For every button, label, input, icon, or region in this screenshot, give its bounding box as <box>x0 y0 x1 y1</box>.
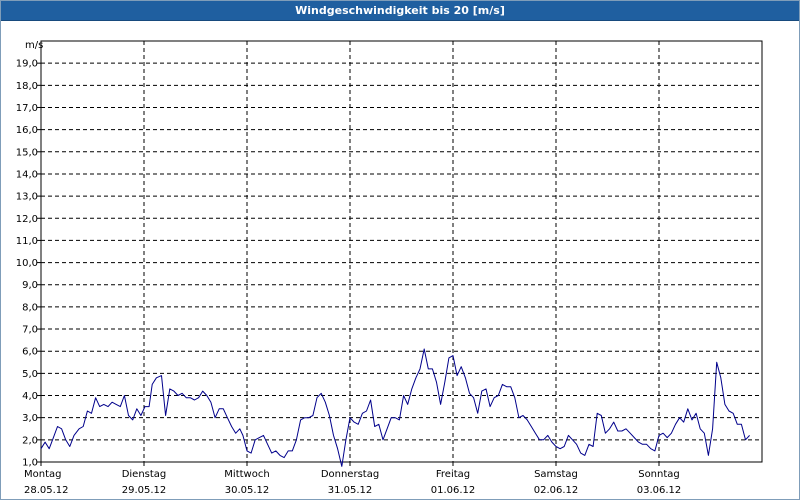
x-day-label: Donnerstag <box>321 469 379 480</box>
y-tick-label: 11,0 <box>16 236 38 247</box>
x-date-label: 29.05.12 <box>122 485 167 496</box>
chart-window: Windgeschwindigkeit bis 20 [m/s] 1,0 2,0 3… <box>0 0 800 500</box>
x-day-label: Samstag <box>534 469 578 480</box>
y-tick-label: 15,0 <box>16 147 38 158</box>
x-day-label: Montag <box>24 469 61 480</box>
y-tick-label: 2,0 <box>22 435 38 446</box>
x-date-label: 31.05.12 <box>328 485 373 496</box>
x-day-label: Mittwoch <box>224 469 269 480</box>
y-tick-label: 12,0 <box>16 214 38 225</box>
y-tick-label: 13,0 <box>16 192 38 203</box>
chart-title: Windgeschwindigkeit bis 20 [m/s] <box>1 1 799 21</box>
x-day-label: Dienstag <box>122 469 167 480</box>
x-date-label: 02.06.12 <box>534 485 579 496</box>
y-tick-label: 8,0 <box>22 302 38 313</box>
x-date-label: 03.06.12 <box>637 485 682 496</box>
y-tick-label: 10,0 <box>16 258 38 269</box>
y-tick-label: 6,0 <box>22 347 38 358</box>
y-axis-unit-label: m/s <box>25 40 43 51</box>
y-tick-label: 16,0 <box>16 125 38 136</box>
y-tick-label: 3,0 <box>22 413 38 424</box>
y-tick-label: 19,0 <box>16 59 38 70</box>
x-day-label: Freitag <box>436 469 470 480</box>
y-tick-label: 4,0 <box>22 391 38 402</box>
y-tick-label: 1,0 <box>22 458 38 469</box>
x-day-label: Sonntag <box>638 469 680 480</box>
x-date-label: 30.05.12 <box>225 485 270 496</box>
x-date-label: 28.05.12 <box>24 485 69 496</box>
plot-area <box>40 40 763 463</box>
wind-speed-chart: 1,0 2,0 3,0 4,0 5,0 6,0 7,0 8,0 9,0 10,0 11,0 12,0 1… <box>16 40 763 496</box>
y-tick-label: 5,0 <box>22 369 38 380</box>
x-date-label: 01.06.12 <box>431 485 476 496</box>
y-tick-label: 9,0 <box>22 280 38 291</box>
y-tick-label: 18,0 <box>16 81 38 92</box>
y-tick-label: 17,0 <box>16 103 38 114</box>
y-tick-label: 7,0 <box>22 325 38 336</box>
y-tick-label: 14,0 <box>16 169 38 180</box>
